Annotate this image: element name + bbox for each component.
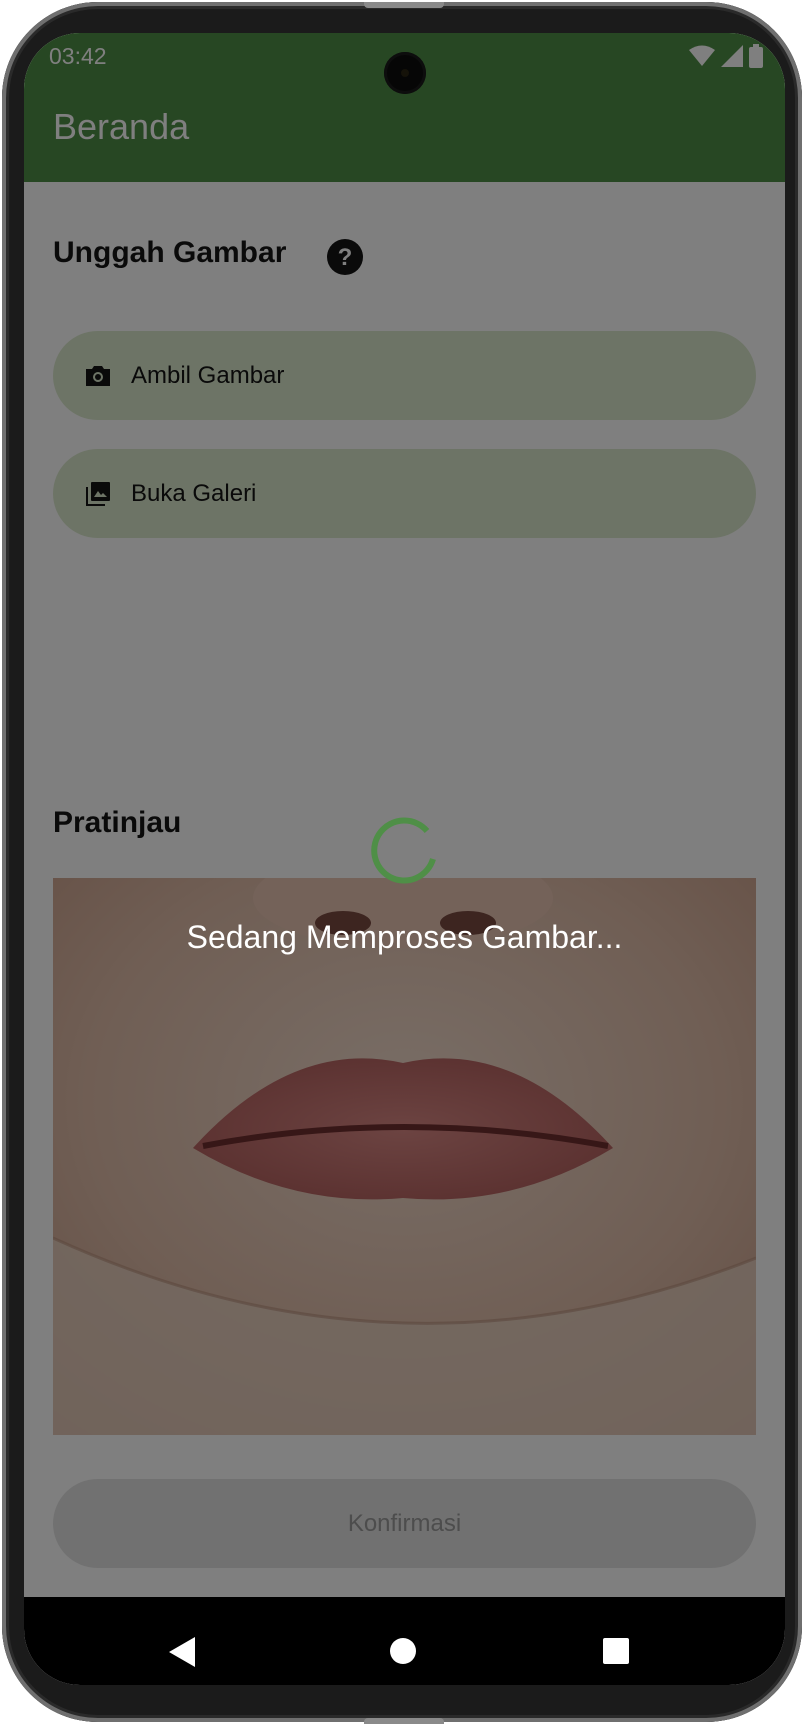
top-bezel-notch [364, 2, 444, 8]
bottom-bezel-notch [364, 1718, 444, 1724]
back-icon[interactable] [169, 1637, 195, 1667]
device-frame: 03:42 Beranda Unggah Ga [0, 0, 808, 1726]
loading-spinner-icon [371, 817, 436, 884]
recent-apps-icon[interactable] [602, 1637, 630, 1665]
screen: 03:42 Beranda Unggah Ga [24, 33, 785, 1685]
loading-message: Sedang Memproses Gambar... [186, 919, 623, 955]
home-icon[interactable] [389, 1637, 417, 1665]
